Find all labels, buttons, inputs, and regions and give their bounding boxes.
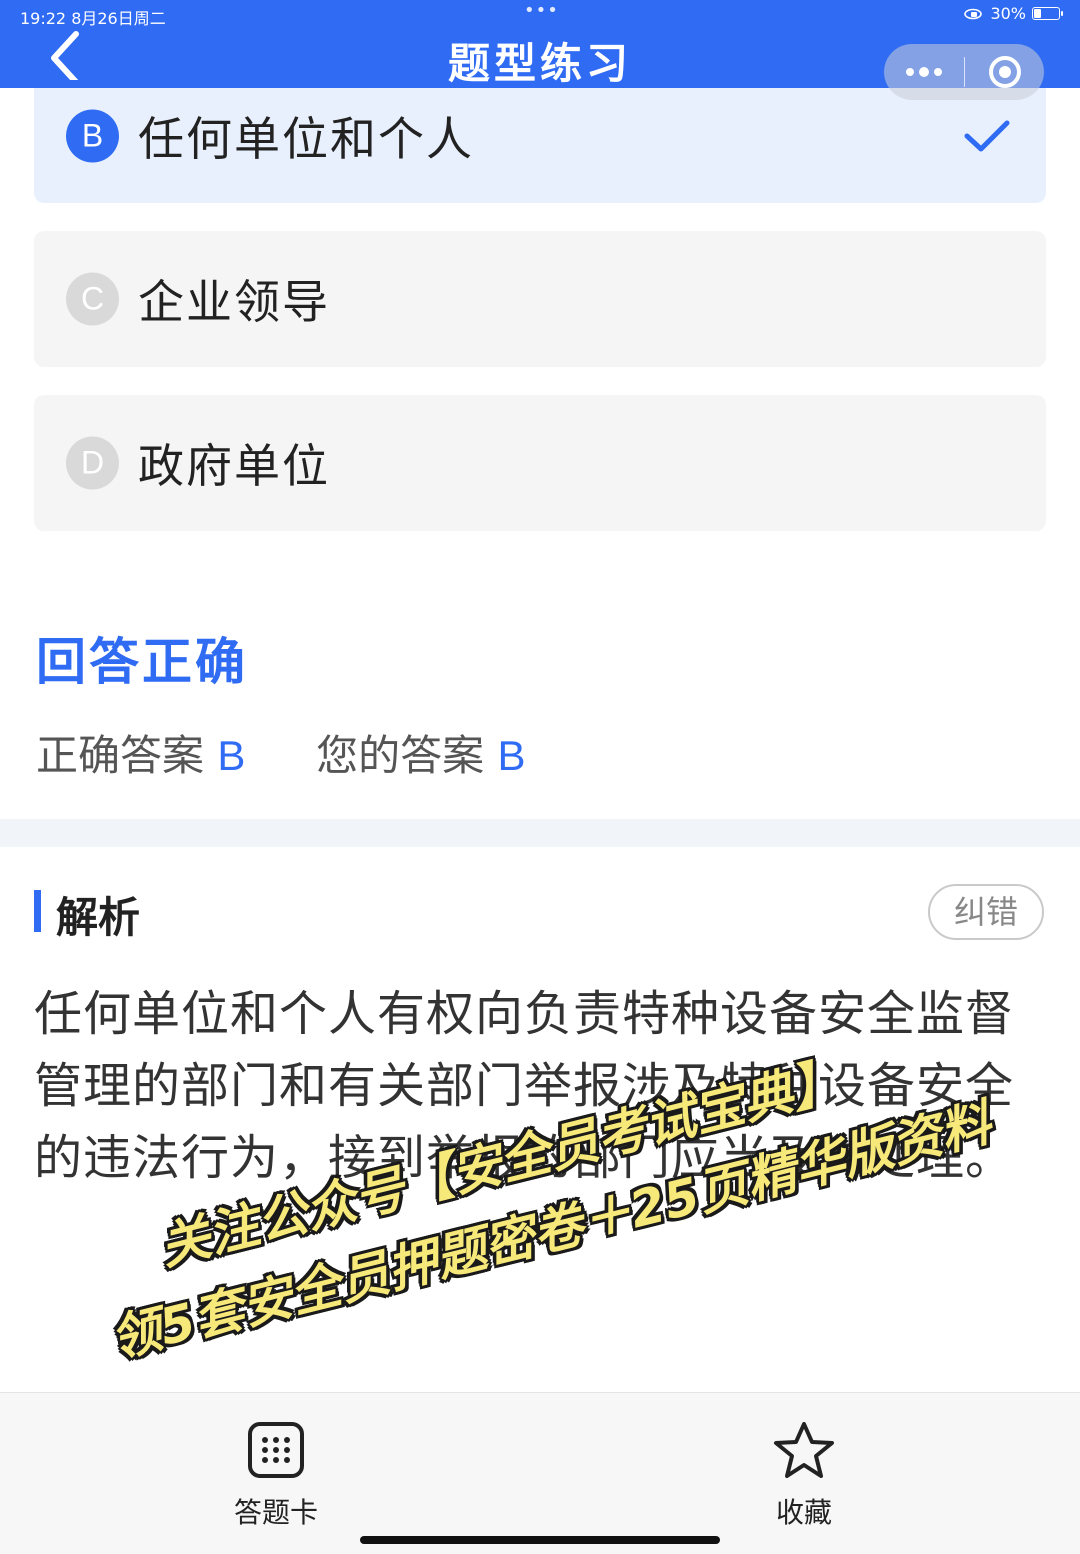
option-text: 任何单位和个人: [138, 111, 474, 166]
option-c[interactable]: C 企业领导: [34, 231, 1046, 367]
answer-summary: 正确答案 B 您的答案 B: [36, 722, 526, 783]
option-text: 政府单位: [138, 439, 330, 493]
your-answer-value: B: [497, 732, 526, 779]
mini-program-capsule: [884, 44, 1044, 100]
home-indicator: [360, 1536, 720, 1544]
more-dots-icon: [906, 67, 942, 77]
answer-card-label: 答题卡: [233, 1496, 318, 1529]
battery-level: [1034, 9, 1041, 18]
battery-percent: 30%: [990, 4, 1026, 23]
your-answer-label: 您的答案: [316, 731, 485, 780]
favorite-label: 收藏: [775, 1496, 832, 1529]
correct-answer-value: B: [217, 732, 246, 779]
answer-card-button[interactable]: 答题卡: [206, 1421, 346, 1531]
option-letter-badge: D: [66, 436, 119, 490]
analysis-text: 任何单位和个人有权向负责特种设备安全监督管理的部门和有关部门举报涉及特种设备安全…: [34, 986, 1015, 1186]
status-time-date: 19:22 8月26日周二: [20, 9, 166, 28]
analysis-title: 解析: [56, 893, 141, 942]
star-icon: [774, 1422, 834, 1478]
option-letter-badge: B: [66, 109, 119, 162]
battery-icon: [1032, 7, 1063, 20]
checkmark-icon: [964, 120, 1010, 151]
favorite-button[interactable]: 收藏: [734, 1421, 874, 1531]
report-error-button[interactable]: 纠错: [928, 884, 1044, 940]
orientation-lock-icon: [964, 8, 983, 19]
section-divider: [0, 819, 1080, 847]
more-button[interactable]: [884, 44, 964, 100]
correct-answer-label: 正确答案: [36, 731, 205, 780]
target-circle-icon: [988, 56, 1021, 88]
option-text: 企业领导: [138, 275, 330, 329]
option-letter-badge: C: [66, 272, 119, 326]
result-title: 回答正确: [36, 633, 248, 691]
option-d[interactable]: D 政府单位: [34, 395, 1046, 531]
multitask-dots-icon: •••: [524, 0, 559, 21]
status-right: 30%: [964, 4, 1063, 23]
grid-card-icon: [248, 1422, 304, 1478]
bottom-toolbar: 答题卡 收藏: [0, 1392, 1080, 1554]
analysis-accent-bar: [34, 890, 41, 932]
close-miniprogram-button[interactable]: [965, 44, 1044, 100]
